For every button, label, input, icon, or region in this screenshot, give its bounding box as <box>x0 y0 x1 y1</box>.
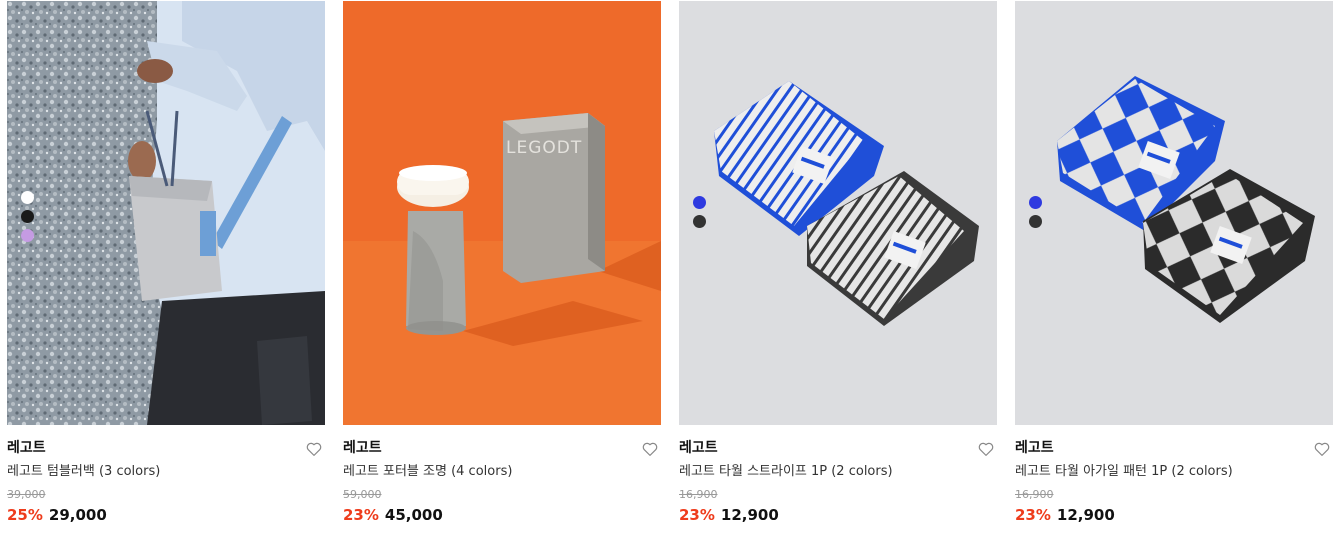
price-row: 23% 45,000 <box>343 505 661 525</box>
product-info: 레고트 레고트 텀블러백 (3 colors) 39,000 25% 29,000 <box>7 425 325 525</box>
product-image[interactable] <box>679 1 997 425</box>
original-price: 16,900 <box>679 488 718 501</box>
product-grid: 레고트 레고트 텀블러백 (3 colors) 39,000 25% 29,000 <box>0 0 1341 535</box>
product-image[interactable] <box>1015 1 1333 425</box>
swatch-white[interactable] <box>21 191 34 204</box>
swatch-charcoal[interactable] <box>1029 215 1042 228</box>
price-row: 23% 12,900 <box>679 505 997 525</box>
sale-price: 12,900 <box>1056 506 1115 524</box>
product-title[interactable]: 레고트 텀블러백 (3 colors) <box>7 463 325 480</box>
discount-rate: 23% <box>343 506 379 524</box>
original-price: 39,000 <box>7 488 46 501</box>
swatch-black[interactable] <box>21 210 34 223</box>
product-info: 레고트 레고트 타월 아가일 패턴 1P (2 colors) 16,900 2… <box>1015 425 1333 525</box>
heart-outline-icon[interactable] <box>977 440 995 458</box>
product-info: 레고트 레고트 포터블 조명 (4 colors) 59,000 23% 45,0… <box>343 425 661 525</box>
color-swatches <box>21 191 34 242</box>
color-swatches <box>1029 196 1042 228</box>
sale-price: 29,000 <box>48 506 107 524</box>
brand-name[interactable]: 레고트 <box>343 439 661 457</box>
swatch-blue[interactable] <box>693 196 706 209</box>
product-image[interactable] <box>7 1 325 425</box>
price-row: 25% 29,000 <box>7 505 325 525</box>
heart-outline-icon[interactable] <box>305 440 323 458</box>
swatch-lavender[interactable] <box>21 229 34 242</box>
brand-name[interactable]: 레고트 <box>679 439 997 457</box>
discount-rate: 23% <box>1015 506 1051 524</box>
heart-outline-icon[interactable] <box>641 440 659 458</box>
swatch-charcoal[interactable] <box>693 215 706 228</box>
product-title[interactable]: 레고트 타월 아가일 패턴 1P (2 colors) <box>1015 463 1333 480</box>
sale-price: 45,000 <box>384 506 443 524</box>
original-price: 59,000 <box>343 488 382 501</box>
brand-name[interactable]: 레고트 <box>1015 439 1333 457</box>
price-row: 23% 12,900 <box>1015 505 1333 525</box>
original-price: 16,900 <box>1015 488 1054 501</box>
product-image[interactable]: LEGODT <box>343 1 661 425</box>
brand-name[interactable]: 레고트 <box>7 439 325 457</box>
heart-outline-icon[interactable] <box>1313 440 1331 458</box>
swatch-blue[interactable] <box>1029 196 1042 209</box>
discount-rate: 23% <box>679 506 715 524</box>
color-swatches <box>693 196 706 228</box>
product-info: 레고트 레고트 타월 스트라이프 1P (2 colors) 16,900 23… <box>679 425 997 525</box>
sale-price: 12,900 <box>720 506 779 524</box>
product-card[interactable]: 레고트 레고트 텀블러백 (3 colors) 39,000 25% 29,000 <box>7 1 325 525</box>
product-title[interactable]: 레고트 타월 스트라이프 1P (2 colors) <box>679 463 997 480</box>
product-card[interactable]: LEGODT 레고트 레고트 포터블 조명 (4 colors) 59,000 … <box>343 1 661 525</box>
product-card[interactable]: 레고트 레고트 타월 아가일 패턴 1P (2 colors) 16,900 2… <box>1015 1 1333 525</box>
box-logo-text: LEGODT <box>506 138 582 158</box>
product-card[interactable]: 레고트 레고트 타월 스트라이프 1P (2 colors) 16,900 23… <box>679 1 997 525</box>
discount-rate: 25% <box>7 506 43 524</box>
product-title[interactable]: 레고트 포터블 조명 (4 colors) <box>343 463 661 480</box>
